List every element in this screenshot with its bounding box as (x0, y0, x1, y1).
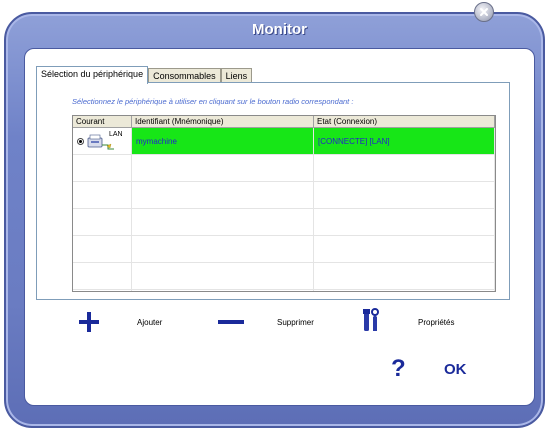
device-identifier: mymachine (136, 137, 177, 146)
table-row (73, 209, 495, 236)
add-button[interactable] (76, 309, 102, 335)
tab-bar: Sélection du périphérique Consommables L… (36, 66, 253, 84)
column-header-status[interactable]: Etat (Connexion) (314, 116, 495, 127)
status-cell: [CONNECTE] [LAN] (314, 128, 495, 154)
table-row (73, 263, 495, 290)
properties-label[interactable]: Propriétés (418, 318, 454, 327)
device-status: [CONNECTE] [LAN] (318, 137, 390, 146)
remove-button[interactable] (215, 309, 247, 335)
plus-icon (76, 309, 102, 335)
close-icon (480, 8, 488, 16)
table-row[interactable]: LAN mymachine [CONNECTE] [LAN] (73, 128, 495, 155)
help-button[interactable]: ? (391, 357, 406, 381)
remove-label[interactable]: Supprimer (277, 318, 314, 327)
minus-icon (215, 309, 247, 335)
current-cell: LAN (73, 128, 132, 154)
column-header-identifier[interactable]: Identifiant (Mnémonique) (132, 116, 314, 127)
tools-icon (358, 307, 384, 333)
close-button[interactable] (474, 2, 494, 22)
table-header: Courant Identifiant (Mnémonique) Etat (C… (73, 116, 495, 128)
table-row (73, 182, 495, 209)
instruction-text: Sélectionnez le périphérique à utiliser … (72, 97, 354, 106)
connection-type-label: LAN (109, 131, 123, 138)
add-label[interactable]: Ajouter (137, 318, 162, 327)
window-title: Monitor (252, 21, 307, 38)
table-row (73, 236, 495, 263)
column-header-current[interactable]: Courant (73, 116, 132, 127)
device-table: Courant Identifiant (Mnémonique) Etat (C… (72, 115, 496, 292)
ok-button[interactable]: OK (444, 362, 467, 377)
properties-button[interactable] (358, 307, 384, 333)
tab-device-selection[interactable]: Sélection du périphérique (36, 66, 149, 84)
table-row (73, 155, 495, 182)
identifier-cell: mymachine (132, 128, 314, 154)
device-radio-button[interactable] (77, 138, 84, 145)
table-row (73, 290, 495, 291)
